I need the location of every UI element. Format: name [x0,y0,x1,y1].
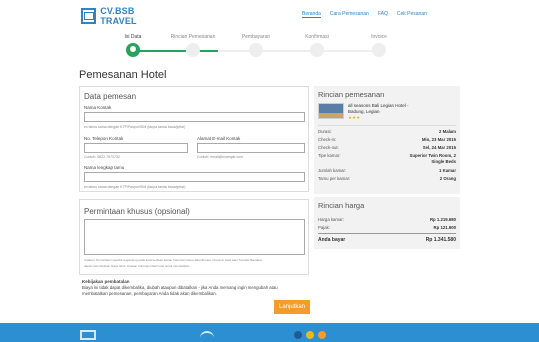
permintaan-note: Catatan: Permintaan spesifik tergantung … [84,258,262,262]
step-isi-data: Isi Data [103,34,163,57]
step-active-icon [126,43,140,57]
nama-kontak-label: Nama Kontak [84,105,112,110]
logo[interactable]: CV.BSB TRAVEL [81,5,159,27]
footer-wifi-icon [200,331,214,341]
footer-social-icon[interactable] [318,331,326,339]
permintaan-textarea[interactable] [84,219,305,255]
kebijakan-text: membatalkan pemesanan, pembayaran Anda t… [82,291,217,296]
progress-steps: Isi Data Rincian Pemesanan Pembayaran Ko… [100,34,420,62]
telepon-label: No. Telepon Kontak [84,136,124,141]
footer [0,323,539,342]
tamu-input[interactable] [84,172,305,182]
rincian-harga-panel: Rincian harga Harga kamar: Rp 1.219.680 P… [314,197,460,249]
divider [318,233,456,234]
nama-kontak-hint: ex:Isimu sama dengan KTP/Paspor/SIM (tan… [84,125,186,129]
nav-faq[interactable]: FAQ [378,11,388,17]
step-pembayaran: Pembayaran [226,34,286,57]
step-dot-icon [186,43,200,57]
rincian-pemesanan-panel: Rincian pemesanan all seasons Bali Legia… [314,86,460,194]
hotel-thumbnail [318,103,344,119]
header: CV.BSB TRAVEL Beranda Cara Pemesanan FAQ Ce… [0,0,539,30]
tamu-label: Nama lengkap tamu [84,165,125,170]
footer-logo-icon [80,330,96,340]
email-label: Alamat E-mail Kontak [197,136,241,141]
panel-title: Permintaan khusus (opsional) [84,207,190,216]
data-pemesan-panel: Data pemesan Nama Kontak ex:Isimu sama d… [79,86,309,192]
step-label: Rincian Pemesanan [170,34,216,40]
page-title: Pemesanan Hotel [79,69,167,81]
permintaan-panel: Permintaan khusus (opsional) Catatan: Pe… [79,199,309,275]
panel-title: Rincian pemesanan [318,90,385,99]
tamu-hint: ex:Isimu sama dengan KTP/Paspor/SIM (tan… [84,185,186,189]
step-konfirmasi: Konfirmasi [287,34,347,57]
divider [318,125,456,126]
step-dot-icon [372,43,386,57]
kebijakan-title: Kebijakan pembatalan [82,279,130,284]
step-label: Konfirmasi [305,34,329,40]
top-nav: Beranda Cara Pemesanan FAQ Cek Pesanan [293,11,427,18]
lanjutkan-button[interactable]: Lanjutkan [274,300,310,314]
telepon-input[interactable] [84,143,188,153]
kebijakan-text: Biaya ini tidak dapat dikembalika, diuba… [82,285,278,290]
logo-icon [81,8,97,24]
nav-beranda[interactable]: Beranda [302,11,321,18]
panel-title: Rincian harga [318,201,365,210]
star-rating-icon: ★★★ [348,115,361,120]
nav-cara-pemesanan[interactable]: Cara Pemesanan [330,11,369,17]
hotel-location: Badung, Legian [348,109,380,114]
logo-text: CV.BSB TRAVEL [100,6,137,26]
nav-cek-pesanan[interactable]: Cek Pesanan [397,11,427,17]
step-dot-icon [249,43,263,57]
footer-social-icon[interactable] [294,331,302,339]
permintaan-note: dapat menimbulkan biaya lebih. Ditekan h… [84,264,191,268]
step-rincian: Rincian Pemesanan [163,34,223,57]
step-label: Isi Data [124,34,142,40]
email-input[interactable] [197,143,305,153]
panel-title: Data pemesan [84,92,137,101]
hotel-name: all seasons Bali Legian Hotel - [348,103,409,108]
telepon-hint: Contoh: 0822-7573732 [84,155,120,159]
email-hint: Contoh: email@example.com [197,155,243,159]
step-dot-icon [310,43,324,57]
step-label: Pembayaran [241,34,271,40]
nama-kontak-input[interactable] [84,112,305,122]
step-label: Invoice [371,34,387,40]
footer-social-icon[interactable] [306,331,314,339]
step-invoice: Invoice [349,34,409,57]
